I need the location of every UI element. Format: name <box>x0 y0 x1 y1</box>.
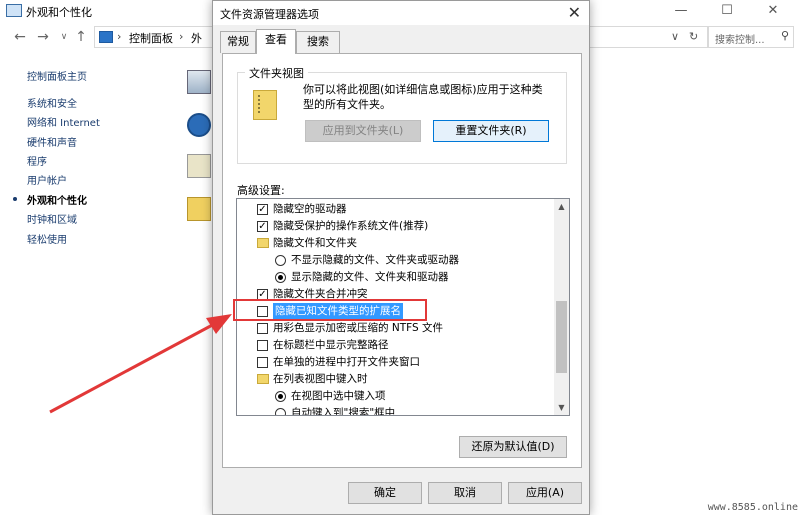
list-item[interactable]: 自动键入到"搜索"框中 <box>237 405 553 415</box>
tab-general[interactable]: 常规 <box>220 31 256 53</box>
folder-icon <box>257 238 269 248</box>
scroll-up-icon[interactable]: ▲ <box>554 199 569 214</box>
address-dropdown-button[interactable]: ∨ <box>671 30 679 43</box>
sidebar-item-hardware-sound[interactable]: 硬件和声音 <box>27 134 77 149</box>
radio-checked[interactable] <box>275 391 286 402</box>
forward-button[interactable]: → <box>35 27 51 47</box>
sidebar-item-user-accounts[interactable]: 用户帐户 <box>27 172 67 187</box>
checkbox-unchecked[interactable] <box>257 323 268 334</box>
folder-options-dialog: 文件资源管理器选项 ✕ 常规 查看 搜索 文件夹视图 你可以将此视图(如详细信息… <box>212 0 590 515</box>
folder-views-description: 你可以将此视图(如详细信息或图标)应用于这种类型的所有文件夹。 <box>303 83 543 111</box>
up-button[interactable]: ↑ <box>73 27 89 47</box>
dialog-close-button[interactable]: ✕ <box>568 3 581 22</box>
breadcrumb-separator-icon: › <box>179 30 184 43</box>
active-bullet-icon <box>13 197 17 201</box>
folder-view-icon <box>253 90 277 120</box>
cancel-button[interactable]: 取消 <box>428 482 502 504</box>
apply-to-folders-button[interactable]: 应用到文件夹(L) <box>305 120 421 142</box>
maximize-button[interactable]: ☐ <box>704 0 750 22</box>
scroll-down-icon[interactable]: ▼ <box>554 400 569 415</box>
control-panel-small-icon <box>99 31 113 43</box>
apply-button[interactable]: 应用(A) <box>508 482 582 504</box>
tab-search[interactable]: 搜索 <box>296 31 340 53</box>
recent-locations-button[interactable]: ∨ <box>56 27 72 47</box>
checkbox-checked[interactable]: ✓ <box>257 221 268 232</box>
window-title: 外观和个性化 <box>26 6 92 19</box>
list-item: 在列表视图中键入时 <box>237 371 553 388</box>
sidebar-item-home[interactable]: 控制面板主页 <box>27 68 87 83</box>
list-item[interactable]: ✓ 隐藏受保护的操作系统文件(推荐) <box>237 218 553 235</box>
dialog-titlebar: 文件资源管理器选项 ✕ <box>213 1 589 25</box>
list-item[interactable]: 显示隐藏的文件、文件夹和驱动器 <box>237 269 553 286</box>
settings-scrollbar[interactable]: ▲ ▼ <box>554 199 569 415</box>
list-item[interactable]: 在单独的进程中打开文件夹窗口 <box>237 354 553 371</box>
search-box[interactable]: 搜索控制... ⚲ <box>708 26 794 48</box>
ease-of-access-center-icon[interactable] <box>187 113 211 137</box>
breadcrumb-appearance[interactable]: 外 <box>191 30 202 46</box>
radio-checked[interactable] <box>275 272 286 283</box>
list-item[interactable]: 不显示隐藏的文件、文件夹或驱动器 <box>237 252 553 269</box>
advanced-settings-label: 高级设置: <box>237 184 285 197</box>
sidebar-item-network[interactable]: 网络和 Internet <box>27 114 100 129</box>
tab-view[interactable]: 查看 <box>256 29 296 54</box>
list-item[interactable]: 在视图中选中键入项 <box>237 388 553 405</box>
radio-unchecked[interactable] <box>275 408 286 415</box>
taskbar-navigation-icon[interactable] <box>187 70 211 94</box>
checkbox-unchecked[interactable] <box>257 340 268 351</box>
minimize-button[interactable]: — <box>658 0 704 22</box>
highlight-box <box>233 299 427 321</box>
list-item[interactable]: 在标题栏中显示完整路径 <box>237 337 553 354</box>
sidebar-item-appearance[interactable]: 外观和个性化 <box>27 192 87 207</box>
dialog-title: 文件资源管理器选项 <box>220 8 319 21</box>
watermark: www.8585.online <box>707 502 798 513</box>
sidebar-item-system-security[interactable]: 系统和安全 <box>27 95 77 110</box>
fonts-icon[interactable] <box>187 197 211 221</box>
list-item[interactable]: 用彩色显示加密或压缩的 NTFS 文件 <box>237 320 553 337</box>
radio-unchecked[interactable] <box>275 255 286 266</box>
restore-defaults-button[interactable]: 还原为默认值(D) <box>459 436 567 458</box>
breadcrumb-control-panel[interactable]: 控制面板 <box>129 30 173 46</box>
search-placeholder: 搜索控制... <box>715 35 765 46</box>
search-icon[interactable]: ⚲ <box>781 29 789 42</box>
folder-views-legend: 文件夹视图 <box>245 65 308 81</box>
checkbox-unchecked[interactable] <box>257 357 268 368</box>
close-button[interactable]: ✕ <box>750 0 796 22</box>
list-item: 隐藏文件和文件夹 <box>237 235 553 252</box>
checkbox-checked[interactable]: ✓ <box>257 204 268 215</box>
back-button[interactable]: ← <box>12 27 28 47</box>
folder-icon <box>257 374 269 384</box>
ok-button[interactable]: 确定 <box>348 482 422 504</box>
sidebar-item-programs[interactable]: 程序 <box>27 153 47 168</box>
control-panel-icon <box>6 4 22 17</box>
view-tab-panel: 文件夹视图 你可以将此视图(如详细信息或图标)应用于这种类型的所有文件夹。 应用… <box>222 53 582 468</box>
refresh-button[interactable]: ↻ <box>689 30 698 43</box>
breadcrumb-separator-icon: › <box>117 30 122 43</box>
list-item[interactable]: ✓ 隐藏空的驱动器 <box>237 201 553 218</box>
scrollbar-thumb[interactable] <box>556 301 567 373</box>
reset-folders-button[interactable]: 重置文件夹(R) <box>433 120 549 142</box>
file-explorer-options-icon[interactable] <box>187 154 211 178</box>
sidebar-item-ease-of-access[interactable]: 轻松使用 <box>27 231 67 246</box>
sidebar-item-clock-region[interactable]: 时钟和区域 <box>27 211 77 226</box>
